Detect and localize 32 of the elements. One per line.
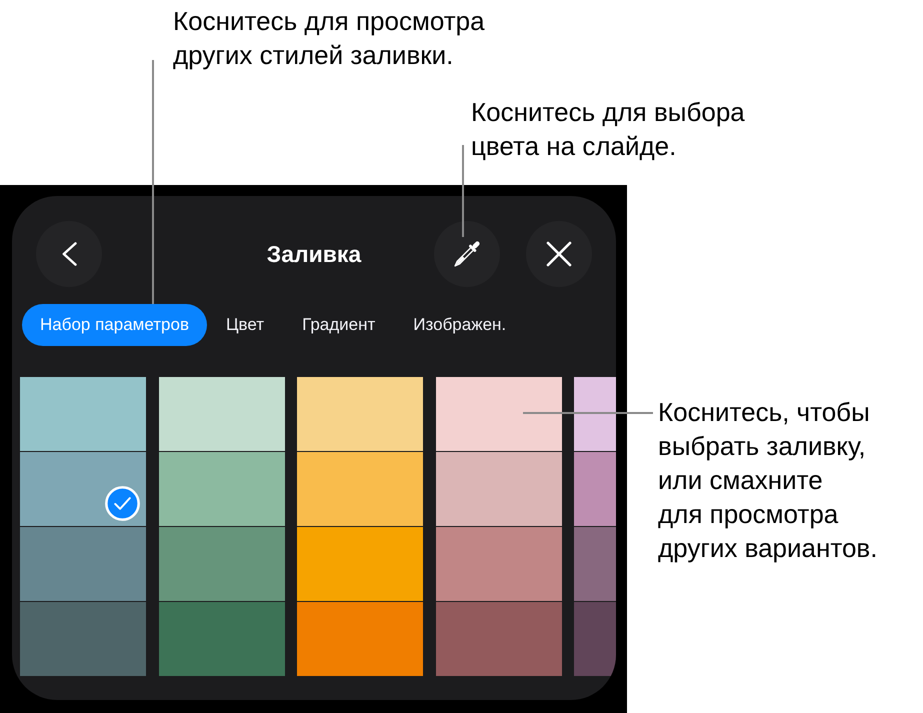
callout-text: Коснитесь для выбора цвета на слайде. — [471, 96, 745, 163]
color-swatch[interactable] — [574, 452, 616, 526]
color-swatch[interactable] — [20, 452, 146, 526]
color-swatch[interactable] — [436, 377, 562, 450]
panel-title: Заливка — [266, 240, 362, 269]
color-swatch[interactable] — [20, 377, 146, 450]
color-swatch[interactable] — [436, 527, 562, 600]
color-swatch[interactable] — [158, 452, 284, 526]
tab[interactable]: Цвет — [206, 304, 284, 346]
color-swatch[interactable] — [158, 527, 284, 600]
eyedropper-icon — [452, 239, 482, 269]
color-swatch[interactable] — [436, 452, 562, 526]
color-swatch[interactable] — [297, 527, 423, 600]
color-swatch[interactable] — [436, 602, 562, 676]
color-swatch[interactable] — [20, 602, 146, 676]
tab[interactable]: Изображен. — [394, 304, 526, 346]
callout-text: Коснитесь, чтобы выбрать заливку, или смахните для просмотра других вариантов. — [658, 396, 878, 565]
color-swatch[interactable] — [574, 377, 616, 450]
close-icon — [546, 241, 572, 267]
color-swatch[interactable] — [158, 602, 284, 676]
color-swatch[interactable] — [297, 377, 423, 450]
tab[interactable]: Градиент — [283, 304, 394, 346]
color-swatch[interactable] — [297, 602, 423, 676]
tab[interactable]: Набор параметров — [22, 304, 207, 346]
callout-text: Коснитесь для просмотра других стилей заливки. — [173, 5, 485, 72]
color-swatch[interactable] — [297, 452, 423, 526]
chevron-icon — [62, 242, 76, 266]
color-swatch[interactable] — [574, 602, 616, 676]
color-swatch[interactable] — [574, 527, 616, 600]
color-swatch[interactable] — [158, 377, 284, 450]
color-swatch[interactable] — [20, 527, 146, 600]
checkmark-icon — [105, 486, 140, 520]
